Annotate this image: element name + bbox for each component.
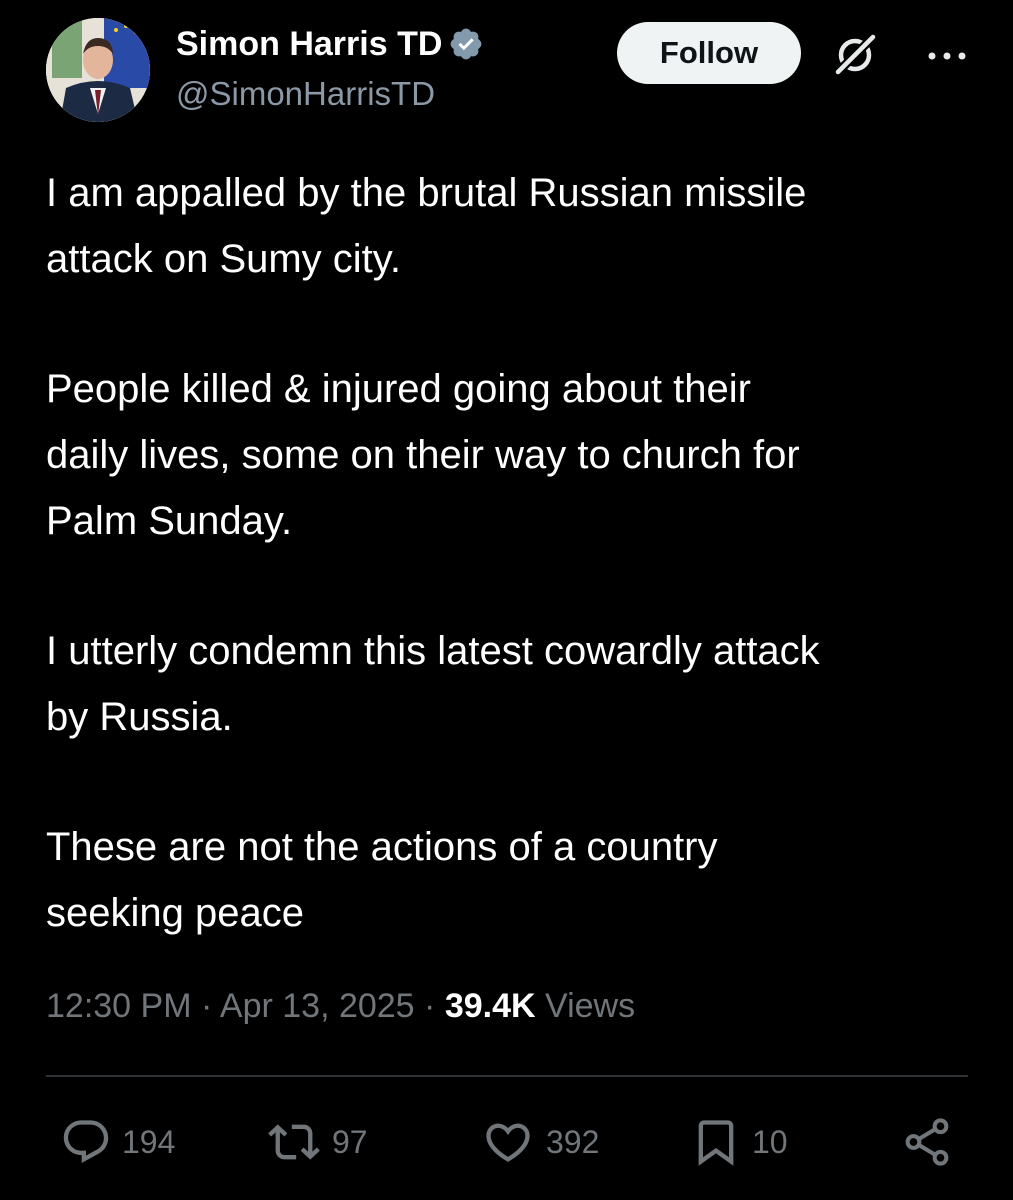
reply-count: 194 [122, 1123, 176, 1160]
tweet-paragraph: People killed & injured going about thei… [46, 367, 800, 543]
reply-icon [63, 1120, 109, 1164]
author-display-name[interactable]: Simon Harris TD [176, 24, 484, 64]
verified-badge-icon [451, 28, 482, 60]
repost-button[interactable]: 97 [266, 1110, 368, 1174]
more-icon[interactable] [924, 36, 970, 76]
views-count[interactable]: 39.4K [445, 987, 536, 1025]
follow-button[interactable]: Follow [617, 22, 801, 84]
tweet-paragraph: I am appalled by the brutal Russian miss… [46, 171, 807, 281]
reply-button[interactable]: 194 [60, 1110, 175, 1174]
tweet-metadata: 12:30 PM · Apr 13, 2025 · 39.4K Views [46, 982, 635, 1030]
tweet-page: Simon Harris TD @SimonHarrisTD Follow I … [0, 0, 1013, 1200]
meta-separator: · [200, 987, 213, 1025]
bookmark-count: 10 [752, 1123, 788, 1160]
views-label[interactable]: Views [545, 987, 635, 1025]
bookmark-button[interactable]: 10 [690, 1110, 788, 1174]
tweet-paragraph: These are not the actions of a country s… [46, 825, 718, 935]
tweet-header: Simon Harris TD @SimonHarrisTD Follow [46, 18, 968, 128]
meta-separator: · [424, 987, 436, 1025]
divider [46, 1075, 968, 1077]
repost-count: 97 [332, 1123, 368, 1160]
avatar[interactable] [46, 18, 150, 122]
avatar-image [46, 18, 150, 122]
like-button[interactable]: 392 [480, 1110, 599, 1174]
heart-icon [486, 1123, 530, 1162]
share-button[interactable] [900, 1110, 954, 1174]
tweet-paragraph: I utterly condemn this latest cowardly a… [46, 629, 820, 739]
display-name-text[interactable]: Simon Harris TD [176, 24, 442, 64]
action-bar: 194 97 392 10 [0, 1110, 1013, 1174]
bookmark-icon [698, 1120, 734, 1166]
tweet-text: I am appalled by the brutal Russian miss… [46, 160, 976, 1010]
author-handle[interactable]: @SimonHarrisTD [176, 74, 484, 114]
tweet-date[interactable]: Apr 13, 2025 [220, 987, 415, 1025]
like-count: 392 [546, 1123, 600, 1160]
author-info[interactable]: Simon Harris TD @SimonHarrisTD [176, 24, 484, 114]
grok-icon[interactable] [832, 32, 878, 78]
tweet-time[interactable]: 12:30 PM [46, 987, 192, 1025]
share-icon [905, 1118, 949, 1166]
repost-icon [268, 1124, 320, 1160]
